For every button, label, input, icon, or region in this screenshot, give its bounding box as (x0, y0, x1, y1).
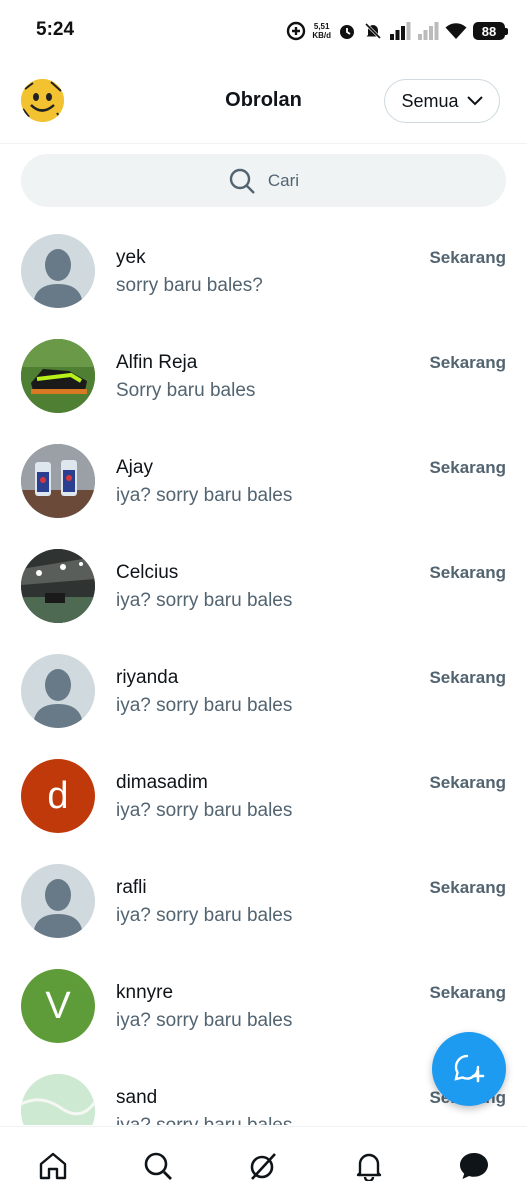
signal-icon-1 (390, 22, 411, 40)
conversation-item[interactable]: Celcius Sekarang iya? sorry baru bales (0, 543, 527, 648)
photo-avatar (21, 549, 95, 623)
conversation-name: Ajay (116, 457, 153, 478)
conversation-name: Celcius (116, 562, 179, 583)
data-saver-icon (287, 21, 306, 41)
photo-avatar (21, 339, 95, 413)
header: Obrolan Semua (0, 62, 527, 144)
bottom-nav (0, 1126, 527, 1200)
conversation-time: Sekarang (429, 458, 506, 477)
conversation-name: knnyre (116, 982, 174, 1003)
default-avatar (21, 234, 95, 308)
conversation-name: rafli (116, 877, 147, 898)
new-message-icon (454, 1054, 485, 1083)
status-time: 5:24 (36, 19, 75, 40)
conversation-time: Sekarang (429, 668, 506, 687)
filter-label: Semua (401, 90, 459, 111)
chevron-down-icon (466, 96, 483, 106)
shoe-photo-icon (21, 339, 95, 413)
conversation-time: Sekarang (429, 248, 506, 267)
hall-photo-icon (21, 549, 95, 623)
battery-icon: 88 (473, 22, 508, 40)
chat-icon (460, 1153, 489, 1179)
search-icon (144, 1152, 173, 1180)
nav-messages[interactable] (454, 1149, 494, 1183)
conversation-item[interactable]: Alfin Reja Sekarang Sorry baru bales (0, 333, 527, 438)
conversation-preview: iya? sorry baru bales (116, 485, 293, 506)
search-icon (229, 168, 255, 194)
search-placeholder: Cari (267, 170, 300, 190)
home-icon (39, 1152, 66, 1180)
conversation-preview: Sorry baru bales (116, 380, 256, 401)
person-placeholder-icon (33, 669, 83, 728)
network-speed: 5,51 KB/d (312, 22, 331, 40)
conversation-name: sand (116, 1087, 158, 1108)
conversation-time: Sekarang (429, 983, 506, 1002)
map-photo-icon (21, 1074, 95, 1125)
search-input[interactable]: Cari (21, 154, 506, 207)
default-avatar (21, 864, 95, 938)
conversation-item[interactable]: riyanda Sekarang iya? sorry baru bales (0, 648, 527, 753)
letter-avatar: d (21, 759, 95, 833)
conversation-preview: iya? sorry baru bales (116, 590, 293, 611)
status-bar: 5:24 5,51 KB/d 88 (0, 0, 527, 62)
letter-avatar: V (21, 969, 95, 1043)
photo-avatar (21, 1074, 95, 1125)
conversation-name: riyanda (116, 667, 179, 688)
nav-home[interactable] (33, 1149, 73, 1183)
conversation-preview: iya? sorry baru bales (116, 905, 293, 926)
conversation-preview: iya? sorry baru bales (116, 800, 293, 821)
conversation-preview: iya? sorry baru bales (116, 1010, 293, 1031)
mute-bell-icon (364, 22, 382, 40)
conversation-item[interactable]: yek Sekarang sorry baru bales? (0, 228, 527, 333)
conversation-time: Sekarang (429, 878, 506, 897)
drinks-photo-icon (21, 444, 95, 518)
nav-search[interactable] (138, 1149, 178, 1183)
person-placeholder-icon (33, 879, 83, 938)
conversation-name: dimasadim (116, 772, 208, 793)
bell-icon (356, 1153, 382, 1181)
conversation-time: Sekarang (429, 353, 506, 372)
conversation-preview: sorry baru bales? (116, 275, 263, 296)
grok-icon (251, 1153, 277, 1180)
photo-avatar (21, 444, 95, 518)
conversation-name: yek (116, 247, 146, 268)
default-avatar (21, 654, 95, 728)
filter-dropdown[interactable]: Semua (384, 79, 500, 123)
conversation-time: Sekarang (429, 563, 506, 582)
wifi-icon (445, 23, 467, 39)
signal-icon-2 (418, 22, 439, 40)
conversation-item[interactable]: d dimasadim Sekarang iya? sorry baru bal… (0, 753, 527, 858)
conversation-item[interactable]: Ajay Sekarang iya? sorry baru bales (0, 438, 527, 543)
nav-notifications[interactable] (349, 1149, 389, 1183)
conversation-time: Sekarang (429, 773, 506, 792)
alarm-icon (340, 25, 354, 39)
person-placeholder-icon (33, 249, 83, 308)
new-message-button[interactable] (432, 1032, 506, 1106)
conversation-preview: iya? sorry baru bales (116, 695, 293, 716)
conversation-preview: iya? sorry baru bales (116, 1115, 292, 1125)
nav-grok[interactable] (243, 1149, 283, 1183)
status-icons: 5,51 KB/d 88 (286, 16, 508, 46)
conversation-item[interactable]: rafli Sekarang iya? sorry baru bales (0, 858, 527, 963)
conversation-name: Alfin Reja (116, 352, 198, 373)
conversation-list: yek Sekarang sorry baru bales? Alfin Rej… (0, 228, 527, 1125)
